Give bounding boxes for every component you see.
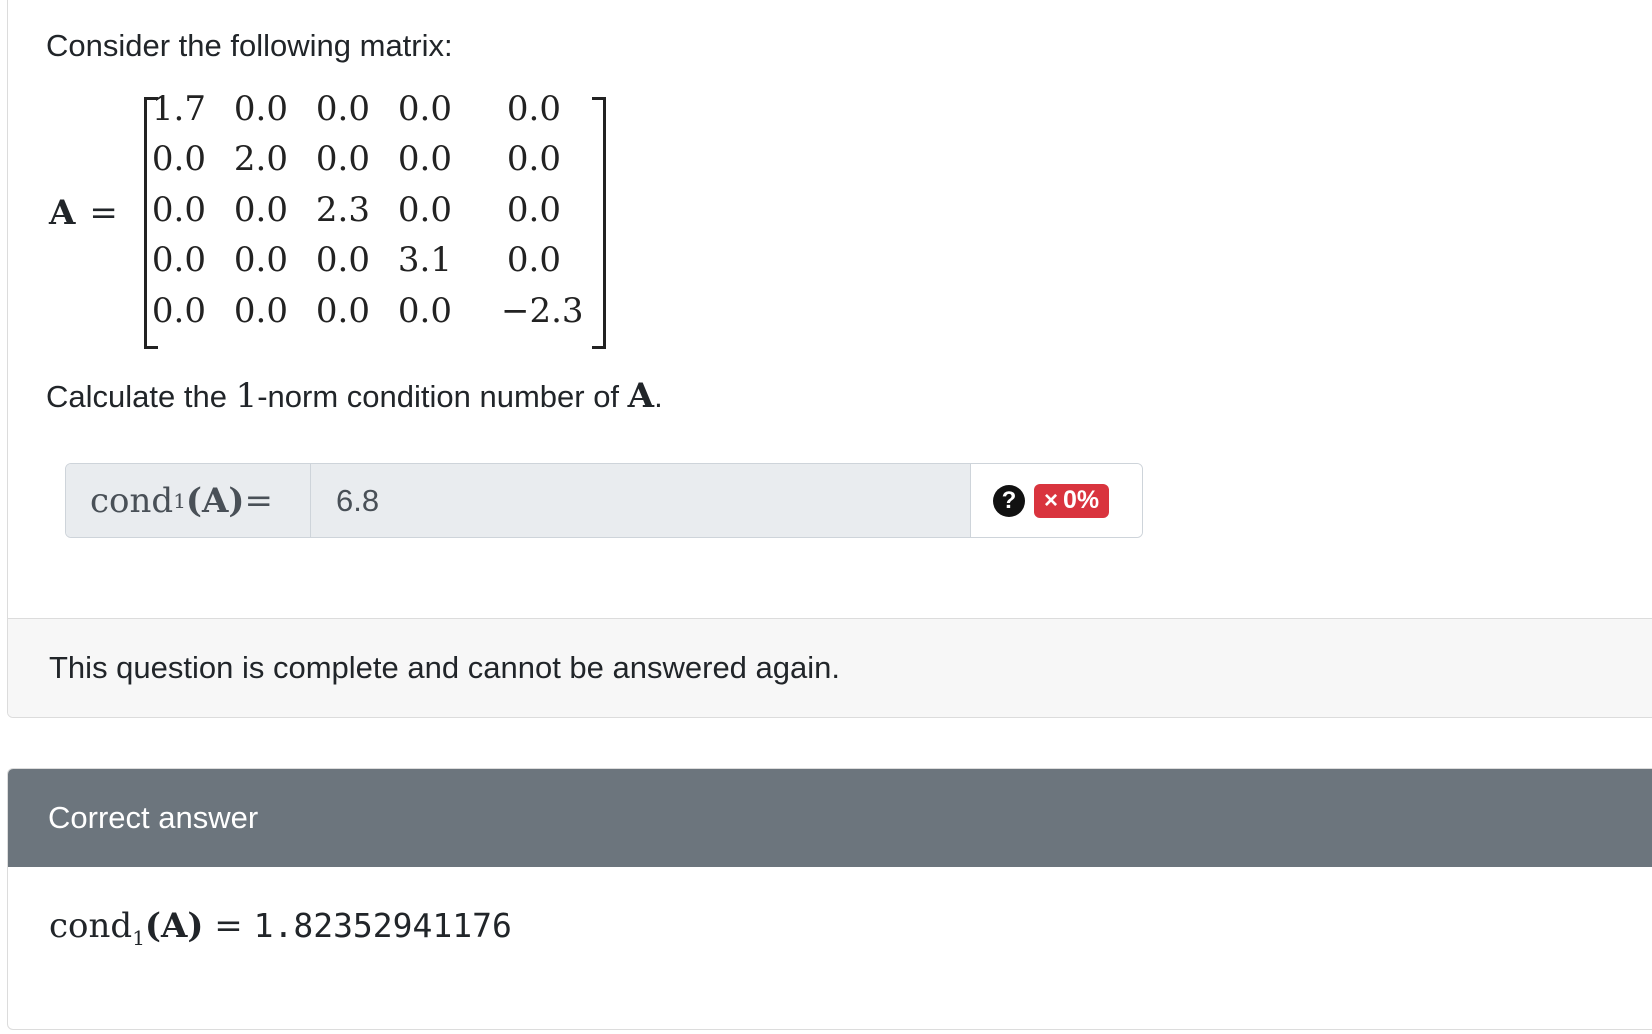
matrix-cell: 0.0 <box>397 89 452 129</box>
matrix-cell: 0.0 <box>151 190 206 230</box>
matrix-cell: 0.0 <box>506 139 561 179</box>
answer-label-eq: = <box>244 480 273 521</box>
matrix-cell: 0.0 <box>315 291 370 331</box>
matrix-cell: 2.3 <box>315 190 370 230</box>
task-prefix: Calculate the <box>46 379 236 414</box>
completion-status: This question is complete and cannot be … <box>49 650 840 685</box>
matrix-grid: 1.7 0.0 0.0 0.0 0.0 0.0 2.0 0.0 0.0 0.0 0.0 0.0 2.3 0… <box>152 89 594 349</box>
answer-input-suffix: ? × 0% <box>971 464 1142 537</box>
matrix-cell: 0.0 <box>506 190 561 230</box>
question-footer: This question is complete and cannot be … <box>8 618 1652 717</box>
matrix-cell: 0.0 <box>315 139 370 179</box>
matrix-cell: 3.1 <box>397 240 452 280</box>
matrix-equals: = <box>89 193 118 233</box>
question-card: Consider the following matrix: A = 1.7 0.0… <box>7 0 1652 718</box>
answer-input[interactable] <box>311 464 971 537</box>
answer-label-arg: (A) <box>185 480 245 521</box>
answer-input-label: cond 1 (A) = <box>66 464 311 537</box>
matrix-label: A = <box>49 193 118 233</box>
task-middle: -norm condition number of <box>257 379 628 414</box>
correct-answer-value: 1.82352941176 <box>253 906 512 945</box>
matrix-cell: 0.0 <box>397 291 452 331</box>
correct-func-arg: (A) <box>144 906 204 946</box>
matrix-cell: 0.0 <box>397 139 452 179</box>
answer-label-sub: 1 <box>173 488 186 513</box>
matrix-cell: 0.0 <box>506 89 561 129</box>
matrix-cell: 0.0 <box>151 139 206 179</box>
matrix-symbol: A <box>49 193 76 233</box>
matrix-cell: 0.0 <box>315 240 370 280</box>
task-suffix: . <box>654 379 663 414</box>
matrix-cell: 0.0 <box>233 240 288 280</box>
correct-func-sub: 1 <box>132 925 145 950</box>
help-icon[interactable]: ? <box>993 484 1025 517</box>
matrix-cell: 1.7 <box>151 89 206 129</box>
question-body: Consider the following matrix: A = 1.7 0.0… <box>8 0 1652 620</box>
correct-func: cond1(A) = <box>49 906 254 950</box>
correct-answer-card: Correct answer cond1(A) = 1.82352941176 <box>7 768 1652 1030</box>
matrix-cell: −2.3 <box>501 291 584 331</box>
correct-answer-header: Correct answer <box>8 769 1652 867</box>
matrix-cell: 0.0 <box>233 89 288 129</box>
question-intro: Consider the following matrix: <box>46 28 453 63</box>
question-task: Calculate the 1-norm condition number of… <box>46 378 663 415</box>
matrix-cell: 0.0 <box>506 240 561 280</box>
matrix-cell: 0.0 <box>151 291 206 331</box>
correct-answer-body: cond1(A) = 1.82352941176 <box>49 906 512 958</box>
x-icon: × <box>1044 486 1059 514</box>
score-value: 0% <box>1063 486 1100 514</box>
matrix: 1.7 0.0 0.0 0.0 0.0 0.0 2.0 0.0 0.0 0.0 0.0 0.0 2.3 0… <box>144 89 606 349</box>
correct-eq: = <box>203 906 254 946</box>
matrix-cell: 0.0 <box>233 291 288 331</box>
matrix-cell: 0.0 <box>151 240 206 280</box>
correct-func-name: cond <box>49 906 133 946</box>
matrix-cell: 0.0 <box>397 190 452 230</box>
answer-input-group: cond1(A) = ? ×0% <box>65 463 1143 538</box>
matrix-cell: 0.0 <box>233 190 288 230</box>
answer-label-func: cond <box>90 480 174 521</box>
matrix-cell: 0.0 <box>315 89 370 129</box>
matrix-cell: 2.0 <box>233 139 288 179</box>
task-number: 1 <box>235 376 258 416</box>
score-badge: × 0% <box>1034 483 1110 518</box>
task-symbol: A <box>627 376 655 416</box>
matrix-right-bracket <box>592 97 606 349</box>
